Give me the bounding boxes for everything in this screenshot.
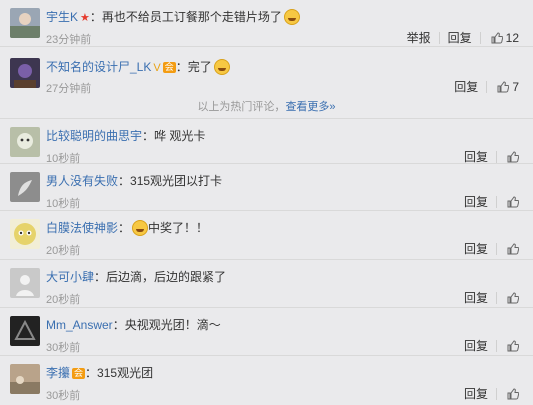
colon: ： — [89, 10, 102, 24]
comment-item: 不知名的设计尸_LK V 会：完了 27分钟前 回复 7 — [0, 47, 533, 99]
timestamp: 20秒前 — [46, 245, 81, 257]
hot-notice-text: 以上为热门评论， — [197, 101, 286, 113]
reply-button[interactable]: 回复 — [454, 78, 478, 95]
reply-button[interactable]: 回复 — [464, 385, 488, 402]
comment-item: 男人没有失败：315观光团以打卡 10秒前 回复 — [0, 164, 533, 211]
colon: ： — [118, 174, 131, 188]
thumbs-up-icon — [507, 340, 519, 352]
comment-item: 李攥会：315观光团 30秒前 回复 — [0, 356, 533, 405]
report-button[interactable]: 举报 — [407, 29, 431, 46]
avatar[interactable] — [10, 8, 40, 38]
comment-text: 完了 — [187, 60, 212, 74]
like-count: 12 — [505, 31, 519, 45]
username[interactable]: 大可小肆 — [46, 270, 94, 284]
divider — [496, 196, 497, 208]
username[interactable]: Mm_Answer — [46, 318, 113, 332]
colon: ： — [112, 318, 125, 332]
comment-text: 央视观光团！滴～ — [124, 318, 221, 332]
comment-text: 后边滴，后边的跟紧了 — [106, 270, 227, 284]
divider — [496, 151, 497, 163]
divider — [496, 388, 497, 400]
username[interactable]: 比较聪明的曲思宇 — [46, 129, 142, 143]
avatar[interactable] — [10, 316, 40, 346]
colon: ： — [118, 221, 131, 235]
like-button[interactable] — [505, 195, 519, 209]
divider — [438, 32, 440, 44]
thumbs-up-icon — [491, 32, 503, 44]
like-button[interactable] — [505, 387, 519, 401]
reply-button[interactable]: 回复 — [464, 193, 488, 210]
thumbs-up-icon — [507, 243, 519, 255]
reply-button[interactable]: 回复 — [464, 337, 488, 354]
username[interactable]: 男人没有失败 — [46, 174, 118, 188]
like-button[interactable] — [505, 291, 519, 305]
thumbs-up-icon — [507, 292, 519, 304]
like-button[interactable] — [505, 242, 519, 256]
like-button[interactable]: 12 — [489, 31, 519, 45]
see-more-link[interactable]: 查看更多» — [285, 101, 335, 113]
timestamp: 30秒前 — [46, 390, 81, 402]
comment-item: 白膜法使神影： 中奖了！！ 20秒前 回复 — [0, 211, 533, 260]
divider — [486, 81, 488, 93]
divider — [496, 292, 497, 304]
colon: ： — [94, 270, 107, 284]
comment-feed: 宇生K ★：再也不给员工订餐那个走错片场了 23分钟前 举报 回复 12 不知名的设计… — [0, 0, 533, 405]
comment-text: 315观光团 — [97, 366, 154, 380]
hot-comments-notice: 以上为热门评论，查看更多» — [0, 99, 533, 115]
timestamp: 10秒前 — [46, 198, 81, 210]
timestamp: 20秒前 — [46, 294, 81, 306]
comment-text: 再也不给员工订餐那个走错片场了 — [101, 10, 282, 24]
timestamp: 30秒前 — [46, 342, 81, 354]
star-badge-icon: ★ — [80, 12, 90, 24]
like-button[interactable] — [505, 339, 519, 353]
thumbs-up-icon — [497, 81, 510, 93]
avatar[interactable] — [10, 58, 40, 88]
comment-text: 中奖了！！ — [148, 221, 209, 235]
comment-item: 大可小肆：后边滴，后边的跟紧了 20秒前 回复 — [0, 260, 533, 308]
comment-item: Mm_Answer：央视观光团！滴～ 30秒前 回复 — [0, 308, 533, 356]
thumbs-up-icon — [507, 151, 519, 163]
avatar[interactable] — [10, 364, 40, 394]
reply-button[interactable]: 回复 — [464, 289, 488, 306]
laughing-tears-emoji-icon — [132, 220, 149, 236]
laughing-tears-emoji-icon — [283, 9, 300, 25]
username[interactable]: 李攥 — [46, 366, 70, 380]
username[interactable]: 不知名的设计尸_LK — [46, 60, 151, 74]
vip-badge-icon: 会 — [162, 62, 176, 73]
thumbs-up-icon — [507, 196, 519, 208]
vip-badge-icon: 会 — [72, 368, 86, 379]
avatar[interactable] — [10, 268, 40, 298]
divider — [496, 340, 497, 352]
like-button[interactable] — [505, 150, 519, 164]
reply-button[interactable]: 回复 — [464, 240, 488, 257]
username[interactable]: 宇生K — [46, 10, 78, 24]
timestamp: 27分钟前 — [46, 83, 92, 95]
reply-button[interactable]: 回复 — [448, 29, 472, 46]
like-button[interactable]: 7 — [495, 80, 519, 94]
colon: ： — [142, 129, 155, 143]
fingers-to-mouth-emoji-icon — [213, 59, 230, 75]
comment-text: 哗 观光卡 — [154, 129, 206, 143]
verified-v-icon: V — [153, 62, 161, 74]
comment-text: 315观光团以打卡 — [130, 174, 223, 188]
avatar[interactable] — [10, 172, 40, 202]
divider — [496, 243, 497, 255]
colon: ： — [175, 60, 188, 74]
like-count: 7 — [512, 80, 519, 94]
username[interactable]: 白膜法使神影 — [46, 221, 118, 235]
thumbs-up-icon — [507, 388, 519, 400]
timestamp: 23分钟前 — [46, 34, 92, 46]
colon: ： — [85, 366, 98, 380]
comment-item: 比较聪明的曲思宇：哗 观光卡 10秒前 回复 — [0, 118, 533, 165]
divider — [479, 32, 481, 44]
comment-item: 宇生K ★：再也不给员工订餐那个走错片场了 23分钟前 举报 回复 12 — [0, 0, 533, 47]
reply-button[interactable]: 回复 — [464, 148, 488, 165]
avatar[interactable] — [10, 127, 40, 157]
avatar[interactable] — [10, 219, 40, 249]
